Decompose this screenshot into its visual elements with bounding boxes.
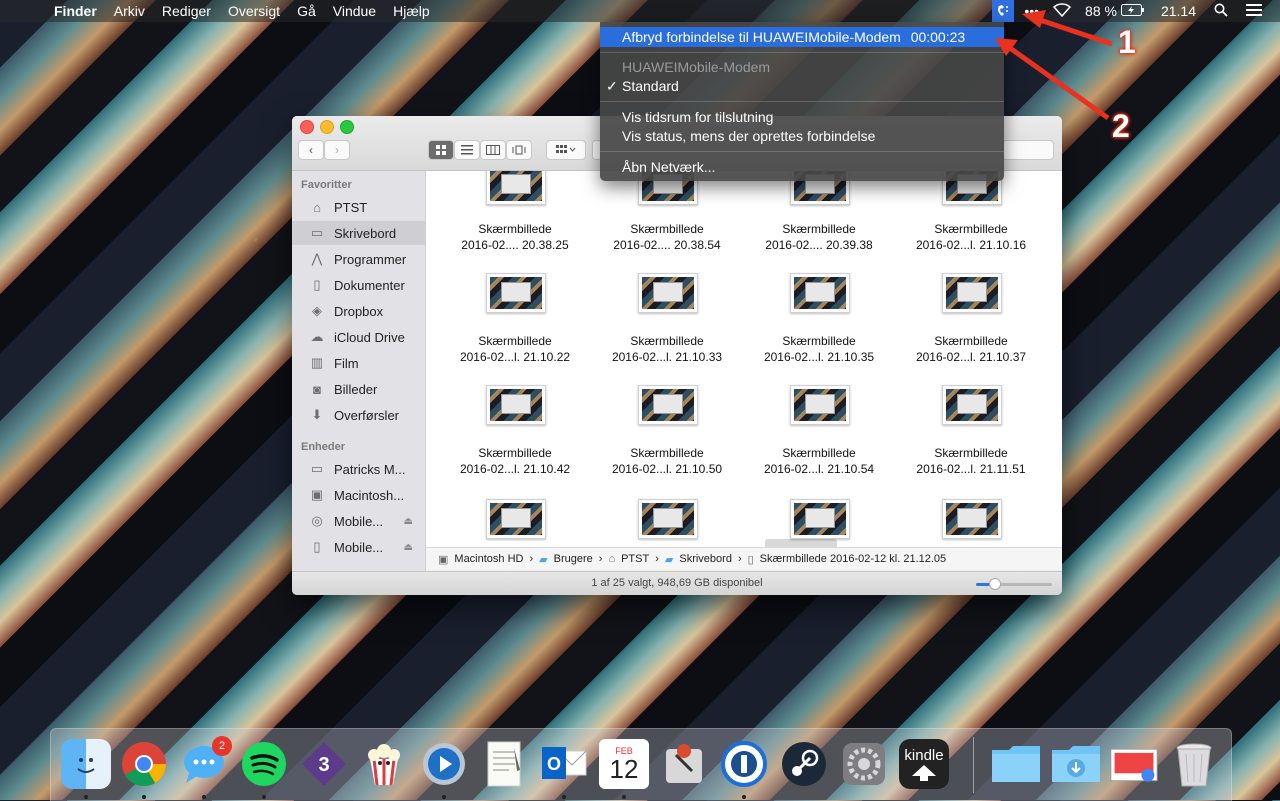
calendar-day: 12 (609, 754, 639, 784)
svg-text:3: 3 (318, 754, 329, 776)
screenshot-stack-dock-icon[interactable] (1109, 739, 1159, 789)
trash-dock-icon[interactable] (1169, 739, 1219, 789)
running-indicator (442, 795, 446, 799)
running-indicator (202, 795, 206, 799)
spotify-dock-icon[interactable] (239, 739, 289, 789)
quicktime-dock-icon[interactable] (419, 739, 469, 789)
outlook-dock-icon[interactable]: O (539, 739, 589, 789)
annotation-arrows (995, 10, 1113, 121)
annotation-number-1: 1 (1118, 24, 1136, 60)
downloads-dock-icon[interactable] (1051, 739, 1101, 789)
calendar-dock-icon[interactable]: FEB 12 (599, 739, 649, 789)
steam-dock-icon[interactable] (779, 739, 829, 789)
dock: 2 3 O FEB 12 kindle (50, 728, 1232, 801)
chrome-dock-icon[interactable] (119, 739, 169, 789)
dock-separator (973, 737, 974, 793)
running-indicator (142, 795, 146, 799)
messages-dock-icon[interactable]: 2 (179, 736, 232, 789)
1password-dock-icon[interactable] (719, 739, 769, 789)
notification-badge: 2 (212, 736, 232, 756)
finder-dock-icon[interactable] (61, 739, 111, 789)
running-indicator (84, 795, 88, 799)
running-indicator (562, 795, 566, 799)
kindle-arrow-icon (912, 764, 936, 781)
kindle-dock-icon[interactable]: kindle (899, 739, 949, 789)
git-tower-dock-icon[interactable] (659, 739, 709, 789)
running-indicator (622, 795, 626, 799)
triangle-app-dock-icon[interactable]: 3 (299, 739, 349, 789)
textedit-dock-icon[interactable] (479, 739, 529, 789)
popcorn-dock-icon[interactable] (359, 739, 409, 789)
running-indicator (262, 795, 266, 799)
folder-dock-icon[interactable] (991, 739, 1041, 789)
kindle-label: kindle (904, 746, 944, 764)
running-indicator (742, 795, 746, 799)
svg-text:O: O (547, 754, 561, 774)
system-preferences-dock-icon[interactable] (839, 739, 889, 789)
annotation-number-2: 2 (1112, 108, 1130, 144)
